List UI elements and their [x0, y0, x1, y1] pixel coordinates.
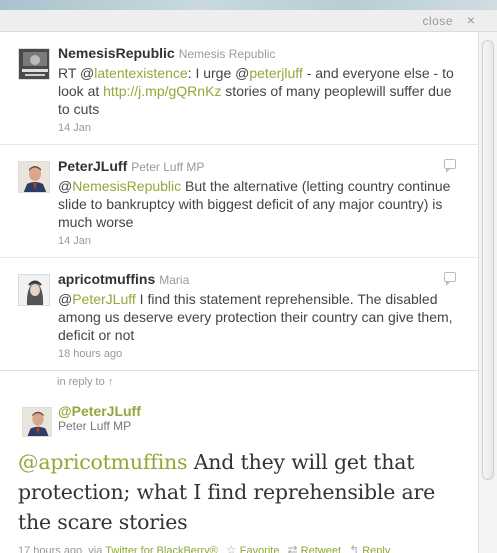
- conversation-tweet: apricotmuffins Maria @PeterJLuff I find t…: [0, 258, 478, 371]
- mention-link[interactable]: latentexistence: [94, 65, 187, 81]
- tweet-text: @PeterJLuff I find this statement repreh…: [58, 291, 453, 343]
- conversation-tweet: PeterJLuff Peter Luff MP @NemesisRepublic…: [0, 145, 478, 258]
- tweet-timestamp[interactable]: 18 hours ago: [58, 348, 464, 360]
- avatar[interactable]: [18, 274, 50, 306]
- reply-icon[interactable]: [444, 159, 456, 173]
- mention-link[interactable]: peterjluff: [249, 65, 302, 81]
- background-timeline: [0, 0, 497, 10]
- main-tweet-text: @apricotmuffins And they will get that p…: [18, 450, 436, 534]
- tweet-text: @NemesisRepublic But the alternative (le…: [58, 178, 451, 230]
- star-icon: ☆: [225, 543, 237, 553]
- reply-button[interactable]: ↰ Reply: [349, 543, 390, 553]
- tweet-text: RT @latentexistence: I urge @peterjluff …: [58, 65, 454, 117]
- main-tweet-author-name: Peter Luff MP: [58, 419, 132, 433]
- main-tweet-timestamp[interactable]: 17 hours ago: [18, 545, 82, 553]
- avatar[interactable]: [22, 407, 52, 437]
- close-button[interactable]: close: [422, 14, 453, 28]
- tweet-author-handle[interactable]: apricotmuffins: [58, 271, 155, 287]
- dialog-header: close ×: [0, 10, 497, 32]
- tweet-timestamp[interactable]: 14 Jan: [58, 235, 464, 247]
- avatar[interactable]: [18, 48, 50, 80]
- tweet-author-name: Nemesis Republic: [178, 47, 276, 61]
- scrollbar[interactable]: [478, 32, 497, 553]
- via-client-link[interactable]: Twitter for BlackBerry®: [105, 545, 218, 553]
- scrollbar-thumb[interactable]: [482, 40, 494, 480]
- tweet-author-name: Peter Luff MP: [131, 160, 205, 174]
- tweet-timestamp[interactable]: 14 Jan: [58, 122, 464, 134]
- main-tweet-author-handle[interactable]: @PeterJLuff: [58, 403, 464, 419]
- in-reply-to-link[interactable]: in reply to ↑: [0, 371, 478, 393]
- reply-arrow-icon: ↰: [349, 543, 360, 553]
- retweet-button[interactable]: ⇄ Retweet: [287, 543, 341, 553]
- main-tweet: @PeterJLuff Peter Luff MP @apricotmuffin…: [0, 393, 478, 553]
- tweet-author-name: Maria: [159, 273, 190, 287]
- reply-icon[interactable]: [444, 272, 456, 286]
- main-tweet-footer: 17 hours ago via Twitter for BlackBerry®…: [18, 543, 464, 553]
- conversation-panel: NemesisRepublic Nemesis Republic RT @late…: [0, 32, 478, 553]
- close-icon[interactable]: ×: [467, 12, 475, 28]
- mention-link[interactable]: PeterJLuff: [72, 291, 136, 307]
- conversation-tweet: NemesisRepublic Nemesis Republic RT @late…: [0, 32, 478, 145]
- tweet-author-handle[interactable]: NemesisRepublic: [58, 45, 175, 61]
- mention-link[interactable]: apricotmuffins: [38, 450, 187, 474]
- tweet-author-handle[interactable]: PeterJLuff: [58, 158, 127, 174]
- favorite-button[interactable]: ☆ Favorite: [225, 543, 280, 553]
- retweet-icon: ⇄: [287, 543, 298, 553]
- mention-link[interactable]: NemesisRepublic: [72, 178, 181, 194]
- avatar[interactable]: [18, 161, 50, 193]
- url-link[interactable]: http://j.mp/gQRnKz: [103, 83, 221, 99]
